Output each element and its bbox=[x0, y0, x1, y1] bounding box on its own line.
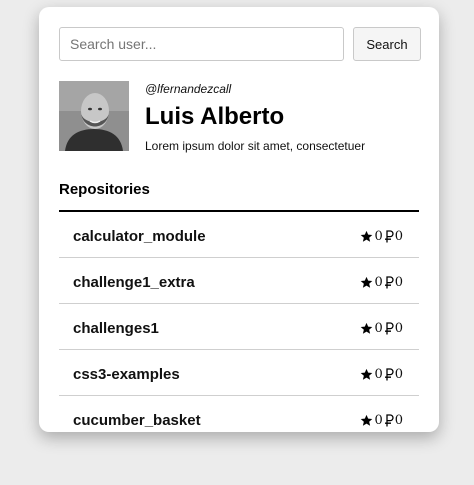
repository-list: calculator_module 0 0 challenge1_extra 0… bbox=[59, 210, 419, 432]
repository-name[interactable]: cucumber_basket bbox=[73, 412, 201, 429]
search-bar: Search bbox=[59, 27, 421, 61]
user-bio: Lorem ipsum dolor sit amet, consectetuer bbox=[145, 139, 366, 153]
repository-stats: 0 0 bbox=[360, 367, 403, 382]
star-icon bbox=[361, 230, 373, 242]
star-icon bbox=[361, 276, 373, 288]
star-count: 0 bbox=[374, 275, 383, 290]
avatar bbox=[59, 81, 129, 151]
search-input[interactable] bbox=[59, 27, 344, 61]
user-handle: @lfernandezcall bbox=[145, 82, 232, 96]
repository-name[interactable]: css3-examples bbox=[73, 366, 180, 383]
repository-item[interactable]: challenge1_extra 0 0 bbox=[59, 258, 419, 304]
fork-icon bbox=[384, 322, 394, 335]
fork-count: 0 bbox=[394, 321, 403, 336]
repository-name[interactable]: calculator_module bbox=[73, 228, 206, 245]
fork-count: 0 bbox=[394, 367, 403, 382]
fork-count: 0 bbox=[394, 275, 403, 290]
search-button[interactable]: Search bbox=[353, 27, 421, 61]
repositories-heading: Repositories bbox=[59, 181, 150, 198]
repository-stats: 0 0 bbox=[360, 229, 403, 244]
star-count: 0 bbox=[374, 413, 383, 428]
star-count: 0 bbox=[374, 321, 383, 336]
repository-item[interactable]: challenges1 0 0 bbox=[59, 304, 419, 350]
star-icon bbox=[361, 414, 373, 426]
star-icon bbox=[361, 368, 373, 380]
fork-icon bbox=[384, 368, 394, 381]
repository-stats: 0 0 bbox=[360, 413, 403, 428]
repository-name[interactable]: challenge1_extra bbox=[73, 274, 195, 291]
fork-count: 0 bbox=[394, 413, 403, 428]
repository-item[interactable]: css3-examples 0 0 bbox=[59, 350, 419, 396]
repository-name[interactable]: challenges1 bbox=[73, 320, 159, 337]
repository-item[interactable]: cucumber_basket 0 0 bbox=[59, 396, 419, 432]
star-icon bbox=[361, 322, 373, 334]
fork-icon bbox=[384, 230, 394, 243]
fork-count: 0 bbox=[394, 229, 403, 244]
profile-card: Search @lfernandezcall Luis Alberto Lore… bbox=[39, 7, 439, 432]
repository-stats: 0 0 bbox=[360, 275, 403, 290]
star-count: 0 bbox=[374, 229, 383, 244]
avatar-photo bbox=[59, 81, 129, 151]
star-count: 0 bbox=[374, 367, 383, 382]
fork-icon bbox=[384, 414, 394, 427]
fork-icon bbox=[384, 276, 394, 289]
repository-item[interactable]: calculator_module 0 0 bbox=[59, 212, 419, 258]
user-full-name: Luis Alberto bbox=[145, 103, 285, 130]
repository-stats: 0 0 bbox=[360, 321, 403, 336]
